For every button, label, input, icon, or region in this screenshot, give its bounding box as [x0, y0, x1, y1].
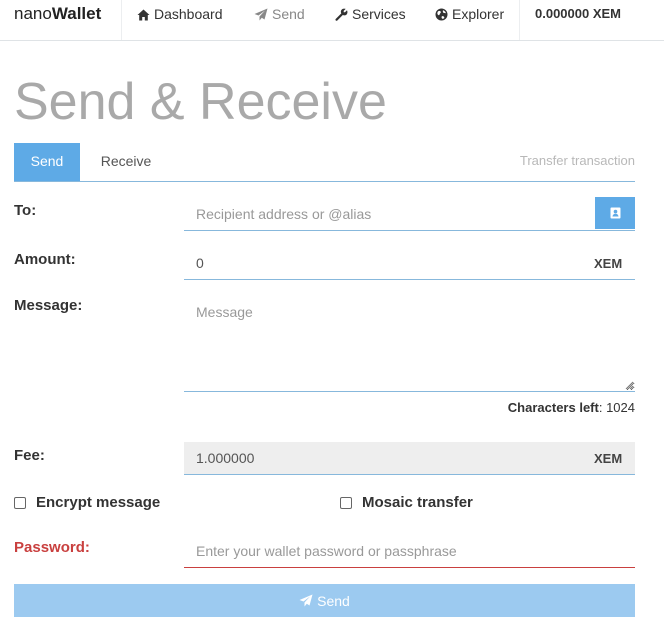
mosaic-transfer-checkbox[interactable]: Mosaic transfer [340, 494, 473, 511]
globe-icon [435, 8, 448, 21]
fee-unit: XEM [594, 451, 623, 466]
tab-caption: Transfer transaction [519, 153, 635, 168]
fee-label: Fee: [14, 447, 45, 464]
amount-input[interactable] [184, 247, 635, 280]
password-label: Password: [14, 539, 90, 556]
home-icon [137, 9, 150, 21]
nav-services[interactable]: Services [335, 0, 406, 40]
paper-plane-icon [299, 594, 313, 607]
resize-grip-icon[interactable] [624, 380, 634, 390]
fee-input [184, 442, 635, 475]
message-label: Message: [14, 297, 83, 314]
send-button-label: Send [317, 592, 350, 609]
mosaic-transfer-label: Mosaic transfer [362, 494, 473, 511]
characters-left: Characters left: 1024 [507, 400, 635, 415]
nav-explorer[interactable]: Explorer [435, 0, 504, 40]
to-label: To: [14, 202, 37, 219]
amount-label: Amount: [14, 251, 76, 268]
nav-services-label: Services [352, 6, 406, 22]
send-receive-tabs: Send Receive Transfer transaction [14, 143, 635, 182]
nav-dashboard-label: Dashboard [154, 6, 223, 22]
password-input[interactable] [184, 534, 635, 568]
paper-plane-icon [254, 8, 268, 21]
nav-divider [121, 0, 122, 40]
address-book-icon [610, 207, 620, 219]
brand-logo[interactable]: nanoWallet [14, 0, 101, 40]
top-navbar: nanoWallet Dashboard Send Services Explo… [0, 0, 664, 41]
encrypt-message-checkbox[interactable]: Encrypt message [14, 494, 160, 511]
address-book-button[interactable] [595, 197, 635, 229]
nav-send-label: Send [272, 6, 305, 22]
send-button[interactable]: Send [14, 584, 635, 617]
amount-unit: XEM [594, 256, 623, 271]
nav-explorer-label: Explorer [452, 6, 505, 22]
page-title: Send & Receive [14, 73, 387, 131]
balance-display[interactable]: 0.000000 XEM [535, 0, 621, 40]
tab-receive[interactable]: Receive [84, 143, 168, 181]
recipient-input[interactable] [184, 197, 635, 231]
wrench-icon [335, 8, 348, 21]
tab-send[interactable]: Send [14, 143, 80, 181]
nav-divider [519, 0, 520, 40]
checkbox-box[interactable] [14, 496, 26, 509]
checkbox-box[interactable] [340, 496, 352, 509]
message-textarea[interactable] [184, 293, 635, 392]
encrypt-message-label: Encrypt message [36, 494, 161, 511]
nav-dashboard[interactable]: Dashboard [137, 0, 223, 40]
nav-send[interactable]: Send [254, 0, 305, 40]
